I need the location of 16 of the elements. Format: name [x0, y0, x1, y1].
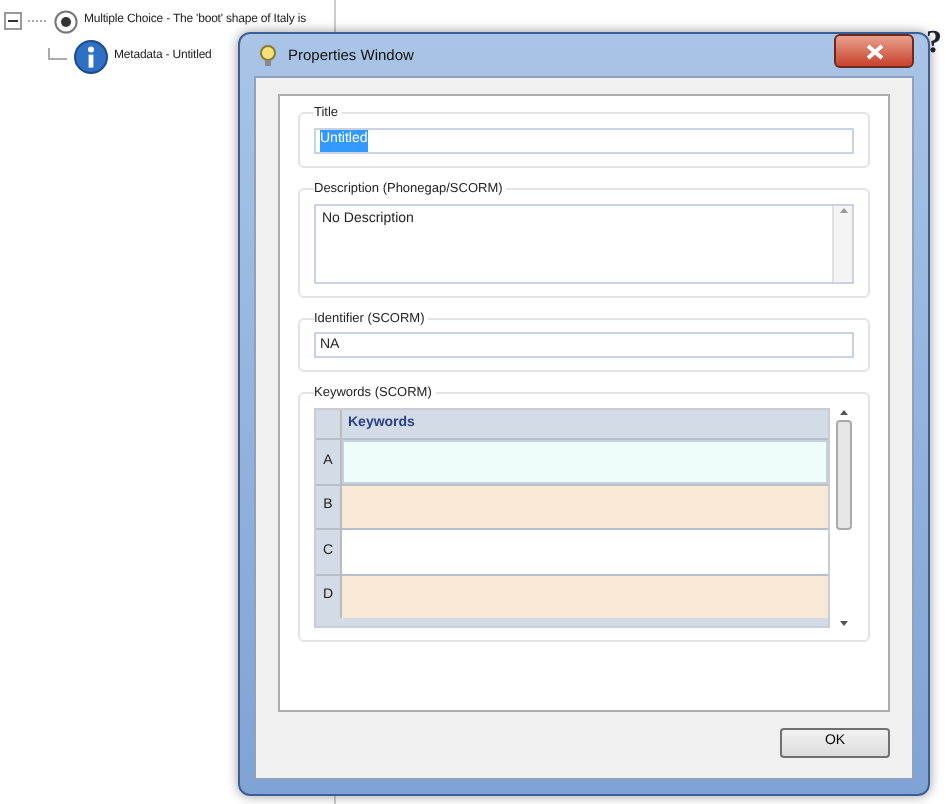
radio-icon — [54, 9, 78, 33]
close-icon — [865, 43, 883, 59]
grid-cell[interactable] — [342, 485, 828, 528]
background-text: ? — [926, 24, 942, 64]
scroll-down-icon — [838, 620, 850, 628]
scroll-up-icon — [838, 408, 850, 416]
grid-cell[interactable] — [342, 575, 828, 618]
scrollbar-thumb[interactable] — [836, 420, 852, 530]
scroll-up-icon — [837, 205, 849, 213]
bulb-icon — [258, 43, 278, 67]
info-icon — [74, 40, 108, 74]
expander-icon[interactable] — [4, 12, 22, 30]
tree-line — [28, 20, 48, 22]
close-button[interactable] — [834, 34, 914, 68]
grid-cell[interactable] — [342, 440, 828, 483]
grid-cell[interactable] — [342, 530, 828, 573]
